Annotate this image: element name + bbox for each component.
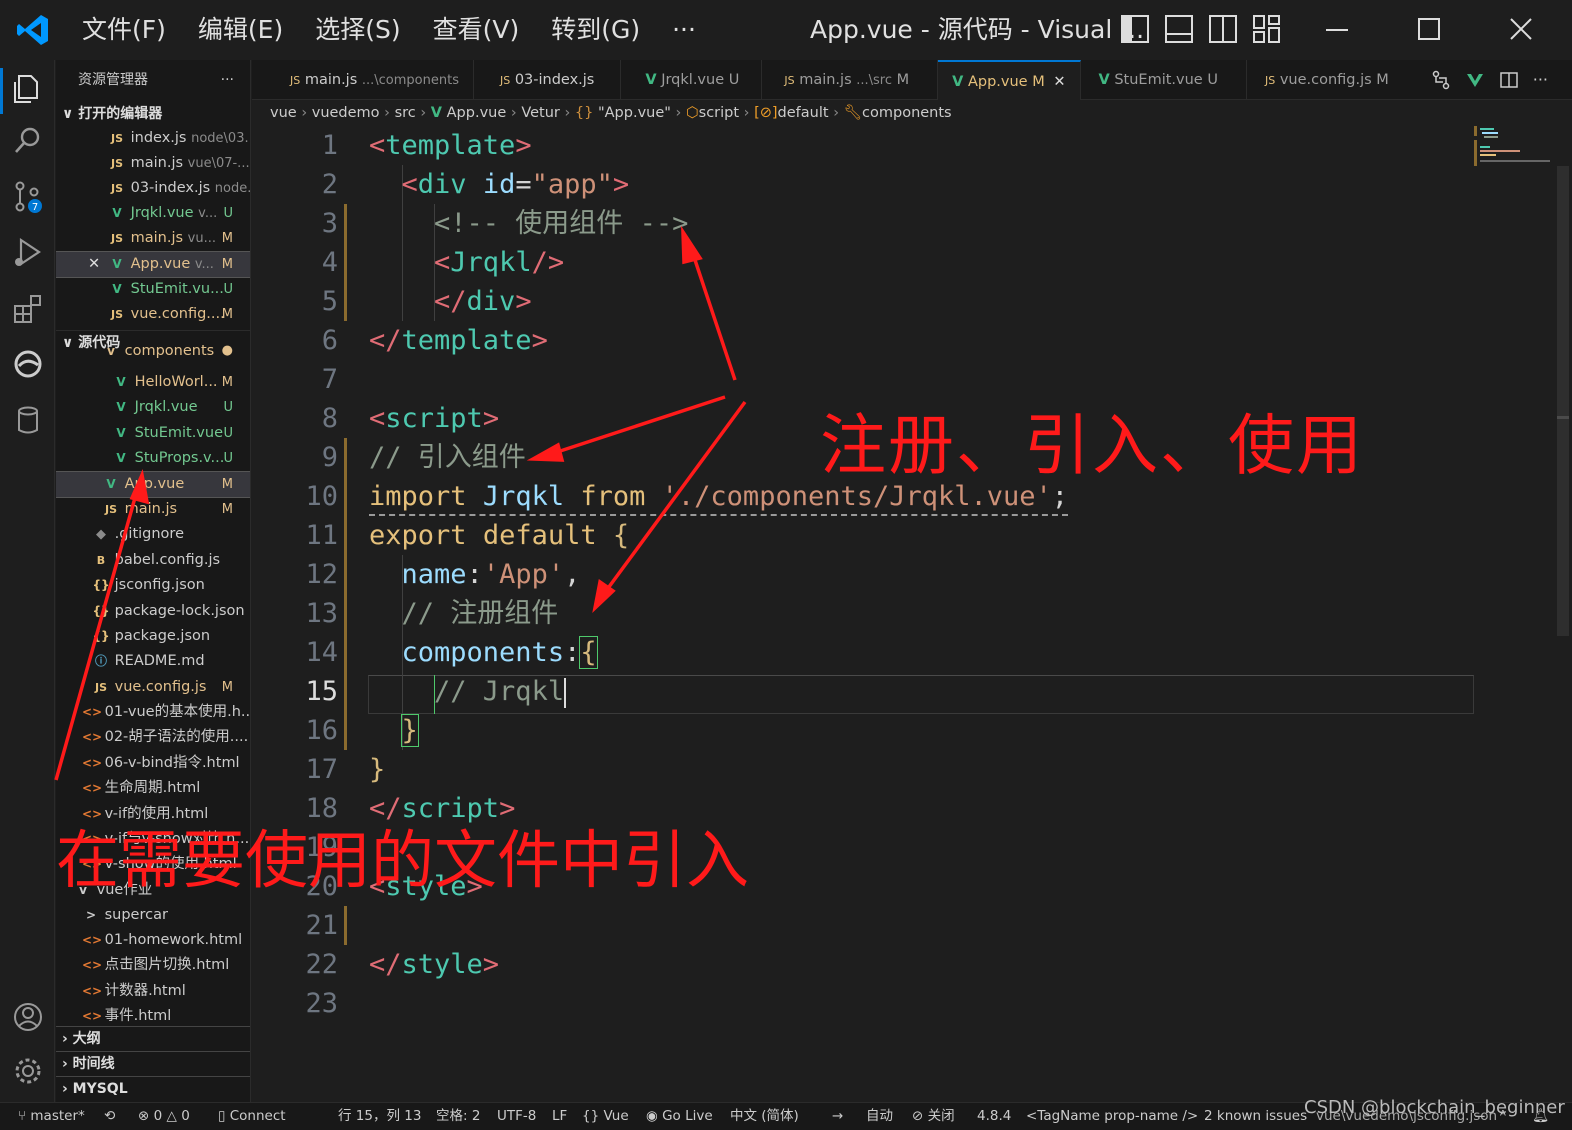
auto-status[interactable]: 自动	[866, 1103, 893, 1129]
error-icon: ⊗	[138, 1108, 150, 1124]
git-branch-icon: ⑂	[18, 1108, 27, 1124]
no-bell-icon: ⊘	[912, 1108, 924, 1124]
connect-status[interactable]: ▯ Connect	[218, 1103, 286, 1129]
annotation-register-import-use: 注册、引入、使用	[820, 407, 1364, 484]
arrow-right-icon: →	[832, 1108, 844, 1124]
tagname-status[interactable]: <TagName prop-name />	[1026, 1103, 1198, 1129]
warning-icon: △	[166, 1108, 177, 1124]
branch-status[interactable]: ⑂ master*	[18, 1103, 85, 1129]
encoding[interactable]: UTF-8	[497, 1103, 536, 1129]
cursor-position[interactable]: 行 15，列 13	[338, 1103, 421, 1129]
eol[interactable]: LF	[552, 1103, 567, 1129]
known-issues[interactable]: 2 known issues	[1204, 1103, 1307, 1129]
language-mode[interactable]: {} Vue	[582, 1103, 629, 1129]
version[interactable]: 4.8.4	[977, 1103, 1011, 1129]
watermark: CSDN @blockchain_beginner	[1304, 1097, 1565, 1118]
problems-status[interactable]: ⊗ 0 △ 0	[138, 1103, 190, 1129]
locale[interactable]: 中文 (简体)	[730, 1103, 799, 1129]
annotation-import-in-file: 在需要使用的文件中引入	[56, 824, 749, 897]
plug-icon: ▯	[218, 1108, 226, 1124]
annotation-arrows	[54, 225, 747, 781]
indentation[interactable]: 空格: 2	[436, 1103, 480, 1129]
broadcast-icon: ◉	[646, 1108, 658, 1124]
go-live[interactable]: ◉ Go Live	[646, 1103, 713, 1129]
status-bar: ⑂ master* ⟲ ⊗ 0 △ 0 ▯ Connect 行 15，列 13 …	[0, 1097, 1572, 1130]
close-status[interactable]: ⊘ 关闭	[912, 1103, 955, 1129]
sync-icon[interactable]: ⟲	[104, 1103, 115, 1129]
braces-icon: {}	[582, 1108, 600, 1124]
